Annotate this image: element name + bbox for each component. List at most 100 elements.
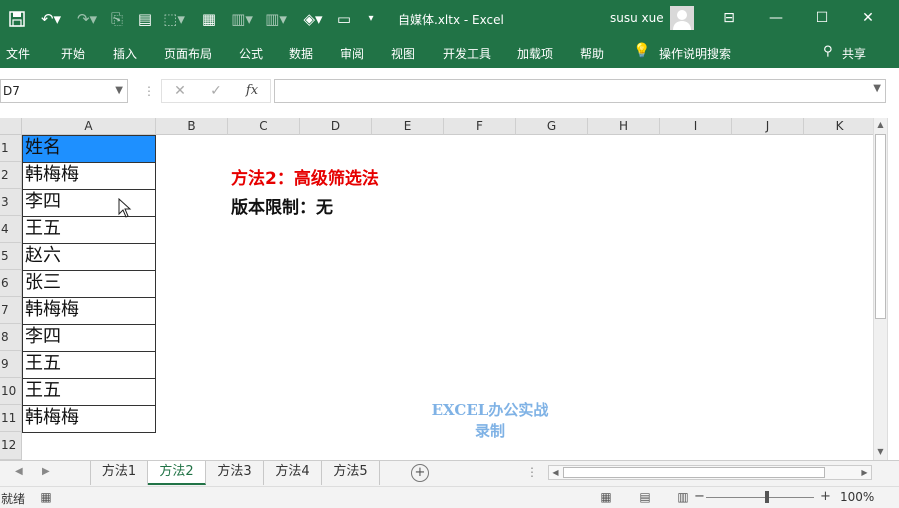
column-header-e[interactable]: E xyxy=(372,118,444,135)
zoom-slider-thumb[interactable] xyxy=(765,491,769,503)
row-header-10[interactable]: 10 xyxy=(0,378,22,405)
zoom-level[interactable]: 100% xyxy=(840,490,874,504)
tab-data[interactable]: 数据 xyxy=(289,45,313,62)
row-header-3[interactable]: 3 xyxy=(0,189,22,216)
row-header-6[interactable]: 6 xyxy=(0,270,22,297)
tab-add-ins[interactable]: 加载项 xyxy=(517,45,553,62)
tab-file[interactable]: 文件 xyxy=(6,45,30,62)
row-header-9[interactable]: 9 xyxy=(0,351,22,378)
sheet-tab-1[interactable]: 方法1 xyxy=(90,461,148,485)
fill-color-icon[interactable]: ◈▾ xyxy=(298,9,328,29)
scroll-right-icon[interactable]: ▶ xyxy=(858,466,871,479)
tab-formulas[interactable]: 公式 xyxy=(239,45,263,62)
minimize-icon[interactable]: — xyxy=(762,6,790,30)
cell-a7[interactable]: 韩梅梅 xyxy=(22,297,156,325)
row-header-7[interactable]: 7 xyxy=(0,297,22,324)
print-preview-icon[interactable]: ▤ xyxy=(134,9,156,29)
tab-home[interactable]: 开始 xyxy=(61,45,85,62)
shape-icon[interactable]: ⬚▾ xyxy=(160,9,188,29)
tab-split-handle-icon[interactable]: ⋮ xyxy=(526,465,538,479)
tab-review[interactable]: 审阅 xyxy=(340,45,364,62)
cell-a2[interactable]: 韩梅梅 xyxy=(22,162,156,190)
macro-record-icon[interactable]: ▦ xyxy=(38,490,54,504)
customize-toolbar-icon[interactable]: ▾ xyxy=(364,9,378,29)
column-header-d[interactable]: D xyxy=(300,118,372,135)
cell-a6[interactable]: 张三 xyxy=(22,270,156,298)
user-name[interactable]: susu xue xyxy=(610,11,664,25)
row-header-4[interactable]: 4 xyxy=(0,216,22,243)
horizontal-scroll-thumb[interactable] xyxy=(563,467,825,478)
row-header-8[interactable]: 8 xyxy=(0,324,22,351)
cell-a5[interactable]: 赵六 xyxy=(22,243,156,271)
tab-page-layout[interactable]: 页面布局 xyxy=(164,45,212,62)
zoom-out-icon[interactable]: − xyxy=(694,489,705,504)
cell-a8[interactable]: 李四 xyxy=(22,324,156,352)
sheet-tab-5[interactable]: 方法5 xyxy=(322,461,380,485)
row-header-12[interactable]: 12 xyxy=(0,432,22,460)
form-icon[interactable]: ▦ xyxy=(198,9,220,29)
sheet-tab-3[interactable]: 方法3 xyxy=(206,461,264,485)
tab-insert[interactable]: 插入 xyxy=(113,45,137,62)
camera-icon[interactable]: ▭ xyxy=(334,9,354,29)
tab-developer[interactable]: 开发工具 xyxy=(443,45,491,62)
worksheet-grid[interactable]: A B C D E F G H I J K 1 2 3 4 5 6 7 8 9 … xyxy=(0,118,873,460)
tab-help[interactable]: 帮助 xyxy=(580,45,604,62)
column-header-c[interactable]: C xyxy=(228,118,300,135)
cell-a1[interactable]: 姓名 xyxy=(22,135,156,163)
expand-formula-icon[interactable]: ▼ xyxy=(873,83,881,94)
more-options-icon[interactable]: ⋮ xyxy=(143,84,155,98)
paste-icon[interactable]: ▥▾ xyxy=(228,9,256,29)
sheet-tab-4[interactable]: 方法4 xyxy=(264,461,322,485)
name-box[interactable]: D7 ▼ xyxy=(0,79,128,103)
column-header-a[interactable]: A xyxy=(22,118,156,135)
chevron-down-icon[interactable]: ▼ xyxy=(115,80,123,102)
column-header-j[interactable]: J xyxy=(732,118,804,135)
zoom-slider-track[interactable] xyxy=(706,497,814,498)
page-layout-view-icon[interactable]: ▤ xyxy=(637,490,653,504)
maximize-icon[interactable]: ☐ xyxy=(808,6,836,30)
zoom-in-icon[interactable]: + xyxy=(820,489,831,504)
cell-a11[interactable]: 韩梅梅 xyxy=(22,405,156,433)
horizontal-scrollbar[interactable]: ◀ ▶ xyxy=(548,465,872,480)
cell-a4[interactable]: 王五 xyxy=(22,216,156,244)
scroll-up-icon[interactable]: ▲ xyxy=(874,118,887,132)
ribbon-display-icon[interactable]: ⊟ xyxy=(715,6,743,30)
avatar[interactable] xyxy=(670,6,694,30)
select-all-corner[interactable] xyxy=(0,118,22,135)
enter-icon[interactable]: ✓ xyxy=(204,80,228,102)
redo-icon[interactable]: ↷▾ xyxy=(72,9,102,29)
cell-a3[interactable]: 李四 xyxy=(22,189,156,217)
paste-special-icon[interactable]: ▥▾ xyxy=(262,9,290,29)
column-header-i[interactable]: I xyxy=(660,118,732,135)
page-break-view-icon[interactable]: ▥ xyxy=(675,490,691,504)
tell-me-search[interactable]: 操作说明搜索 xyxy=(659,45,731,62)
sheet-next-icon[interactable]: ▶ xyxy=(42,466,50,477)
row-header-5[interactable]: 5 xyxy=(0,243,22,270)
sheet-tab-2[interactable]: 方法2 xyxy=(148,461,206,485)
add-sheet-icon[interactable]: + xyxy=(411,464,429,482)
column-header-g[interactable]: G xyxy=(516,118,588,135)
row-header-1[interactable]: 1 xyxy=(0,135,22,162)
format-painter-icon[interactable]: ⎘ xyxy=(106,9,128,29)
tab-view[interactable]: 视图 xyxy=(391,45,415,62)
cancel-icon[interactable]: ✕ xyxy=(168,80,192,102)
column-header-f[interactable]: F xyxy=(444,118,516,135)
scroll-left-icon[interactable]: ◀ xyxy=(549,466,562,479)
column-header-h[interactable]: H xyxy=(588,118,660,135)
close-icon[interactable]: ✕ xyxy=(854,6,882,30)
share-button[interactable]: 共享 xyxy=(842,45,866,62)
undo-icon[interactable]: ↶▾ xyxy=(36,9,66,29)
insert-function-icon[interactable]: fx xyxy=(240,80,264,102)
vertical-scrollbar[interactable]: ▲ ▼ xyxy=(873,118,887,460)
row-header-11[interactable]: 11 xyxy=(0,405,22,432)
row-header-2[interactable]: 2 xyxy=(0,162,22,189)
cell-a10[interactable]: 王五 xyxy=(22,378,156,406)
formula-input[interactable]: ▼ xyxy=(274,79,886,103)
scroll-down-icon[interactable]: ▼ xyxy=(874,445,887,459)
sheet-prev-icon[interactable]: ◀ xyxy=(15,466,23,477)
vertical-scroll-thumb[interactable] xyxy=(875,134,886,319)
normal-view-icon[interactable]: ▦ xyxy=(598,490,614,504)
cell-a9[interactable]: 王五 xyxy=(22,351,156,379)
save-icon[interactable] xyxy=(8,9,28,29)
column-header-k[interactable]: K xyxy=(804,118,873,135)
